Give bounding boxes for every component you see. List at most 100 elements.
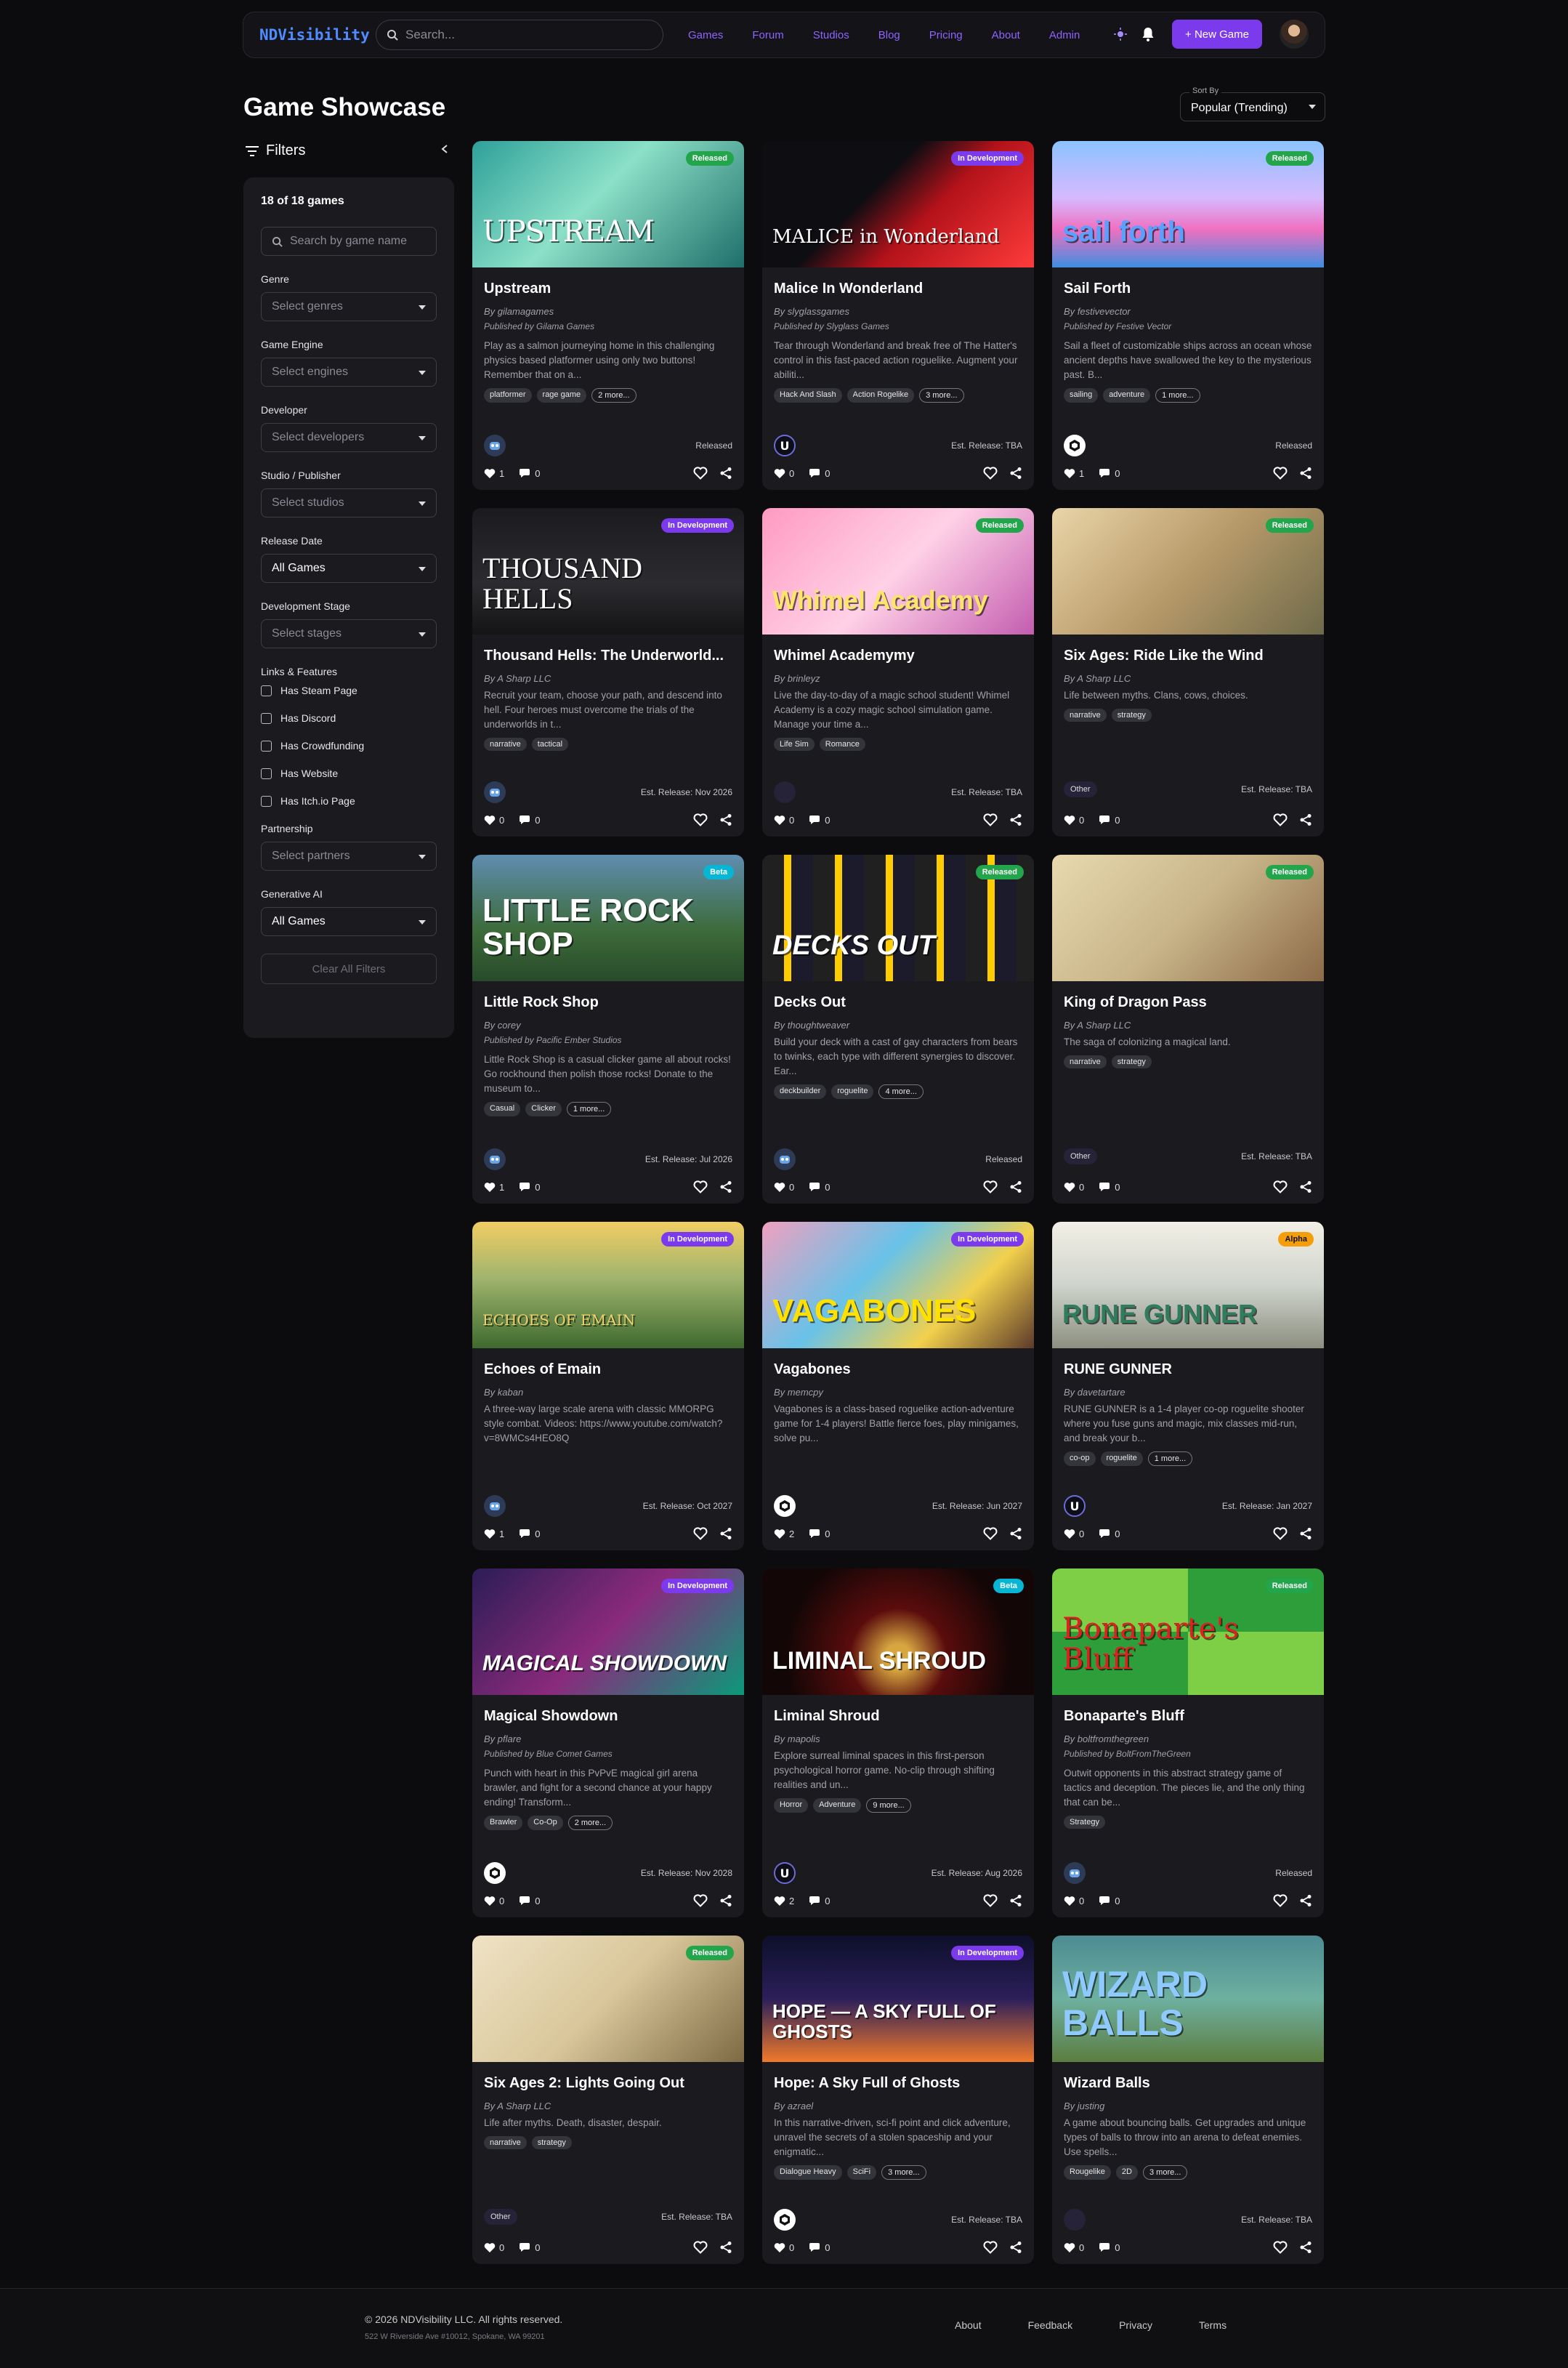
share-icon[interactable] bbox=[719, 1894, 732, 1907]
clear-filters-button[interactable]: Clear All Filters bbox=[261, 954, 437, 984]
favorite-heart-icon[interactable] bbox=[1273, 467, 1288, 480]
game-card[interactable]: Released Six Ages 2: Lights Going Out By A… bbox=[472, 1936, 744, 2264]
game-title[interactable]: Liminal Shroud bbox=[774, 1708, 1022, 1725]
game-card[interactable]: HOPE — A SKY FULL OF GHOSTS In Developmen… bbox=[762, 1936, 1034, 2264]
game-card[interactable]: THOUSAND HELLS In Development Thousand Hel… bbox=[472, 508, 744, 837]
game-thumbnail[interactable]: HOPE — A SKY FULL OF GHOSTS In Developmen… bbox=[762, 1936, 1034, 2062]
game-thumbnail[interactable]: Released bbox=[1052, 855, 1324, 981]
game-card[interactable]: DECKS OUT Released Decks Out By thoughtweav… bbox=[762, 855, 1034, 1204]
game-thumbnail[interactable]: MALICE in Wonderland In Development bbox=[762, 141, 1034, 267]
share-icon[interactable] bbox=[719, 2241, 732, 2254]
game-developer[interactable]: By A Sharp LLC bbox=[1064, 673, 1312, 684]
checkbox-itchio[interactable]: Has Itch.io Page bbox=[261, 795, 437, 807]
favorite-heart-icon[interactable] bbox=[693, 1527, 708, 1540]
game-publisher[interactable]: Published by Slyglass Games bbox=[774, 321, 1022, 331]
partnership-select[interactable]: Select partners bbox=[261, 842, 437, 871]
nav-link-admin[interactable]: Admin bbox=[1049, 29, 1080, 41]
game-title[interactable]: Vagabones bbox=[774, 1361, 1022, 1378]
share-icon[interactable] bbox=[719, 1527, 732, 1540]
share-icon[interactable] bbox=[1299, 1527, 1312, 1540]
favorite-heart-icon[interactable] bbox=[693, 1894, 708, 1907]
nav-link-about[interactable]: About bbox=[992, 29, 1020, 41]
game-developer[interactable]: By gilamagames bbox=[484, 306, 732, 317]
game-developer[interactable]: By corey bbox=[484, 1020, 732, 1031]
nav-link-forum[interactable]: Forum bbox=[752, 29, 783, 41]
nav-link-games[interactable]: Games bbox=[688, 29, 723, 41]
favorite-heart-icon[interactable] bbox=[983, 1180, 998, 1193]
nav-link-pricing[interactable]: Pricing bbox=[929, 29, 963, 41]
share-icon[interactable] bbox=[719, 1180, 732, 1193]
game-thumbnail[interactable]: THOUSAND HELLS In Development bbox=[472, 508, 744, 635]
more-tags-button[interactable]: 3 more... bbox=[1142, 2165, 1188, 2180]
more-tags-button[interactable]: 9 more... bbox=[866, 1798, 911, 1813]
share-icon[interactable] bbox=[1299, 1894, 1312, 1907]
sort-by-select[interactable]: Sort By Popular (Trending) bbox=[1180, 86, 1325, 121]
game-thumbnail[interactable]: Released bbox=[472, 1936, 744, 2062]
more-tags-button[interactable]: 3 more... bbox=[881, 2165, 926, 2180]
game-title[interactable]: Six Ages: Ride Like the Wind bbox=[1064, 648, 1312, 664]
game-title[interactable]: Thousand Hells: The Underworld... bbox=[484, 648, 732, 664]
search-box[interactable]: Search... bbox=[376, 20, 663, 50]
game-title[interactable]: Decks Out bbox=[774, 994, 1022, 1011]
game-thumbnail[interactable]: MAGICAL SHOWDOWN In Development bbox=[472, 1568, 744, 1695]
share-icon[interactable] bbox=[1009, 2241, 1022, 2254]
checkbox-box[interactable] bbox=[261, 768, 272, 779]
game-title[interactable]: King of Dragon Pass bbox=[1064, 994, 1312, 1011]
game-publisher[interactable]: Published by Festive Vector bbox=[1064, 321, 1312, 331]
game-developer[interactable]: By azrael bbox=[774, 2101, 1022, 2111]
share-icon[interactable] bbox=[1299, 467, 1312, 480]
game-name-search-input[interactable]: Search by game name bbox=[261, 227, 437, 256]
game-thumbnail[interactable]: LIMINAL SHROUD Beta bbox=[762, 1568, 1034, 1695]
more-tags-button[interactable]: 1 more... bbox=[1155, 388, 1200, 403]
favorite-heart-icon[interactable] bbox=[983, 467, 998, 480]
game-card[interactable]: ECHOES OF EMAIN In Development Echoes of E… bbox=[472, 1222, 744, 1550]
game-title[interactable]: Malice In Wonderland bbox=[774, 281, 1022, 297]
game-thumbnail[interactable]: DECKS OUT Released bbox=[762, 855, 1034, 981]
game-card[interactable]: LITTLE ROCK SHOP Beta Little Rock Shop By c… bbox=[472, 855, 744, 1204]
game-developer[interactable]: By mapolis bbox=[774, 1733, 1022, 1744]
game-title[interactable]: RUNE GUNNER bbox=[1064, 1361, 1312, 1378]
game-thumbnail[interactable]: Released bbox=[1052, 508, 1324, 635]
favorite-heart-icon[interactable] bbox=[1273, 1527, 1288, 1540]
game-card[interactable]: Bonaparte's Bluff Released Bonaparte's Blu… bbox=[1052, 1568, 1324, 1917]
share-icon[interactable] bbox=[719, 813, 732, 826]
share-icon[interactable] bbox=[1009, 1894, 1022, 1907]
nav-link-studios[interactable]: Studios bbox=[813, 29, 849, 41]
favorite-heart-icon[interactable] bbox=[983, 2241, 998, 2254]
checkbox-box[interactable] bbox=[261, 685, 272, 696]
footer-link-feedback[interactable]: Feedback bbox=[1028, 2319, 1072, 2331]
share-icon[interactable] bbox=[1009, 1527, 1022, 1540]
game-title[interactable]: Bonaparte's Bluff bbox=[1064, 1708, 1312, 1725]
game-title[interactable]: Wizard Balls bbox=[1064, 2075, 1312, 2092]
game-card[interactable]: WIZARD BALLS Wizard Balls By justing A game… bbox=[1052, 1936, 1324, 2264]
favorite-heart-icon[interactable] bbox=[1273, 2241, 1288, 2254]
share-icon[interactable] bbox=[1299, 2241, 1312, 2254]
notifications-bell-icon[interactable] bbox=[1140, 26, 1156, 42]
checkbox-steam[interactable]: Has Steam Page bbox=[261, 685, 437, 696]
game-developer[interactable]: By brinleyz bbox=[774, 673, 1022, 684]
checkbox-box[interactable] bbox=[261, 795, 272, 807]
favorite-heart-icon[interactable] bbox=[693, 2241, 708, 2254]
theme-toggle-icon[interactable] bbox=[1112, 26, 1128, 42]
nav-link-blog[interactable]: Blog bbox=[878, 29, 900, 41]
release-date-select[interactable]: All Games bbox=[261, 554, 437, 583]
game-thumbnail[interactable]: WIZARD BALLS bbox=[1052, 1936, 1324, 2062]
share-icon[interactable] bbox=[1009, 467, 1022, 480]
more-tags-button[interactable]: 1 more... bbox=[566, 1102, 612, 1116]
site-logo[interactable]: NDVisibility bbox=[259, 26, 376, 44]
favorite-heart-icon[interactable] bbox=[983, 1894, 998, 1907]
footer-link-about[interactable]: About bbox=[955, 2319, 982, 2331]
genre-select[interactable]: Select genres bbox=[261, 292, 437, 321]
favorite-heart-icon[interactable] bbox=[693, 1180, 708, 1193]
game-developer[interactable]: By festivevector bbox=[1064, 306, 1312, 317]
developer-select[interactable]: Select developers bbox=[261, 423, 437, 452]
favorite-heart-icon[interactable] bbox=[693, 467, 708, 480]
game-title[interactable]: Magical Showdown bbox=[484, 1708, 732, 1725]
game-thumbnail[interactable]: LITTLE ROCK SHOP Beta bbox=[472, 855, 744, 981]
game-thumbnail[interactable]: UPSTREAM Released bbox=[472, 141, 744, 267]
game-developer[interactable]: By slyglassgames bbox=[774, 306, 1022, 317]
game-developer[interactable]: By kaban bbox=[484, 1387, 732, 1398]
game-title[interactable]: Six Ages 2: Lights Going Out bbox=[484, 2075, 732, 2092]
game-thumbnail[interactable]: ECHOES OF EMAIN In Development bbox=[472, 1222, 744, 1348]
game-developer[interactable]: By memcpy bbox=[774, 1387, 1022, 1398]
